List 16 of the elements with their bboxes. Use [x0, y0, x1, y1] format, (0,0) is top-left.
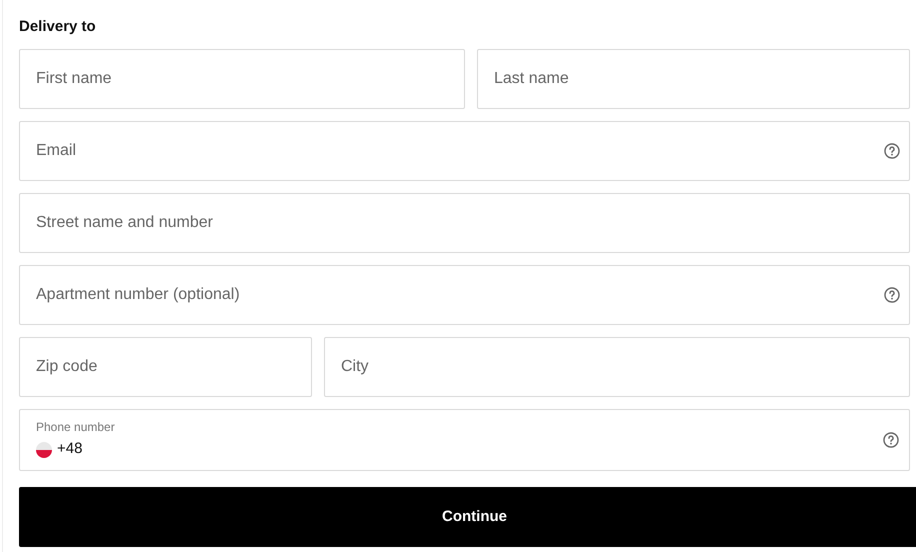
help-icon[interactable] — [884, 287, 900, 303]
field-label: Phone number — [36, 419, 116, 436]
input-field[interactable]: Last name — [477, 49, 910, 109]
help-icon[interactable] — [884, 143, 900, 159]
continue-button[interactable]: Continue — [19, 487, 916, 547]
input-field[interactable]: Email — [19, 121, 910, 181]
phone-prefix: +48 — [57, 439, 82, 460]
input-field[interactable]: First name — [19, 49, 465, 109]
input-field[interactable]: Street name and number — [19, 193, 910, 253]
input-field[interactable]: Zip code — [19, 337, 312, 397]
input-field[interactable]: Apartment number (optional) — [19, 265, 910, 325]
flag-icon — [36, 442, 52, 458]
help-icon[interactable] — [883, 432, 899, 448]
input-field[interactable]: City — [324, 337, 910, 397]
phone-field[interactable]: Phone number +48 — [19, 409, 910, 471]
section-title: Delivery to — [19, 17, 97, 37]
